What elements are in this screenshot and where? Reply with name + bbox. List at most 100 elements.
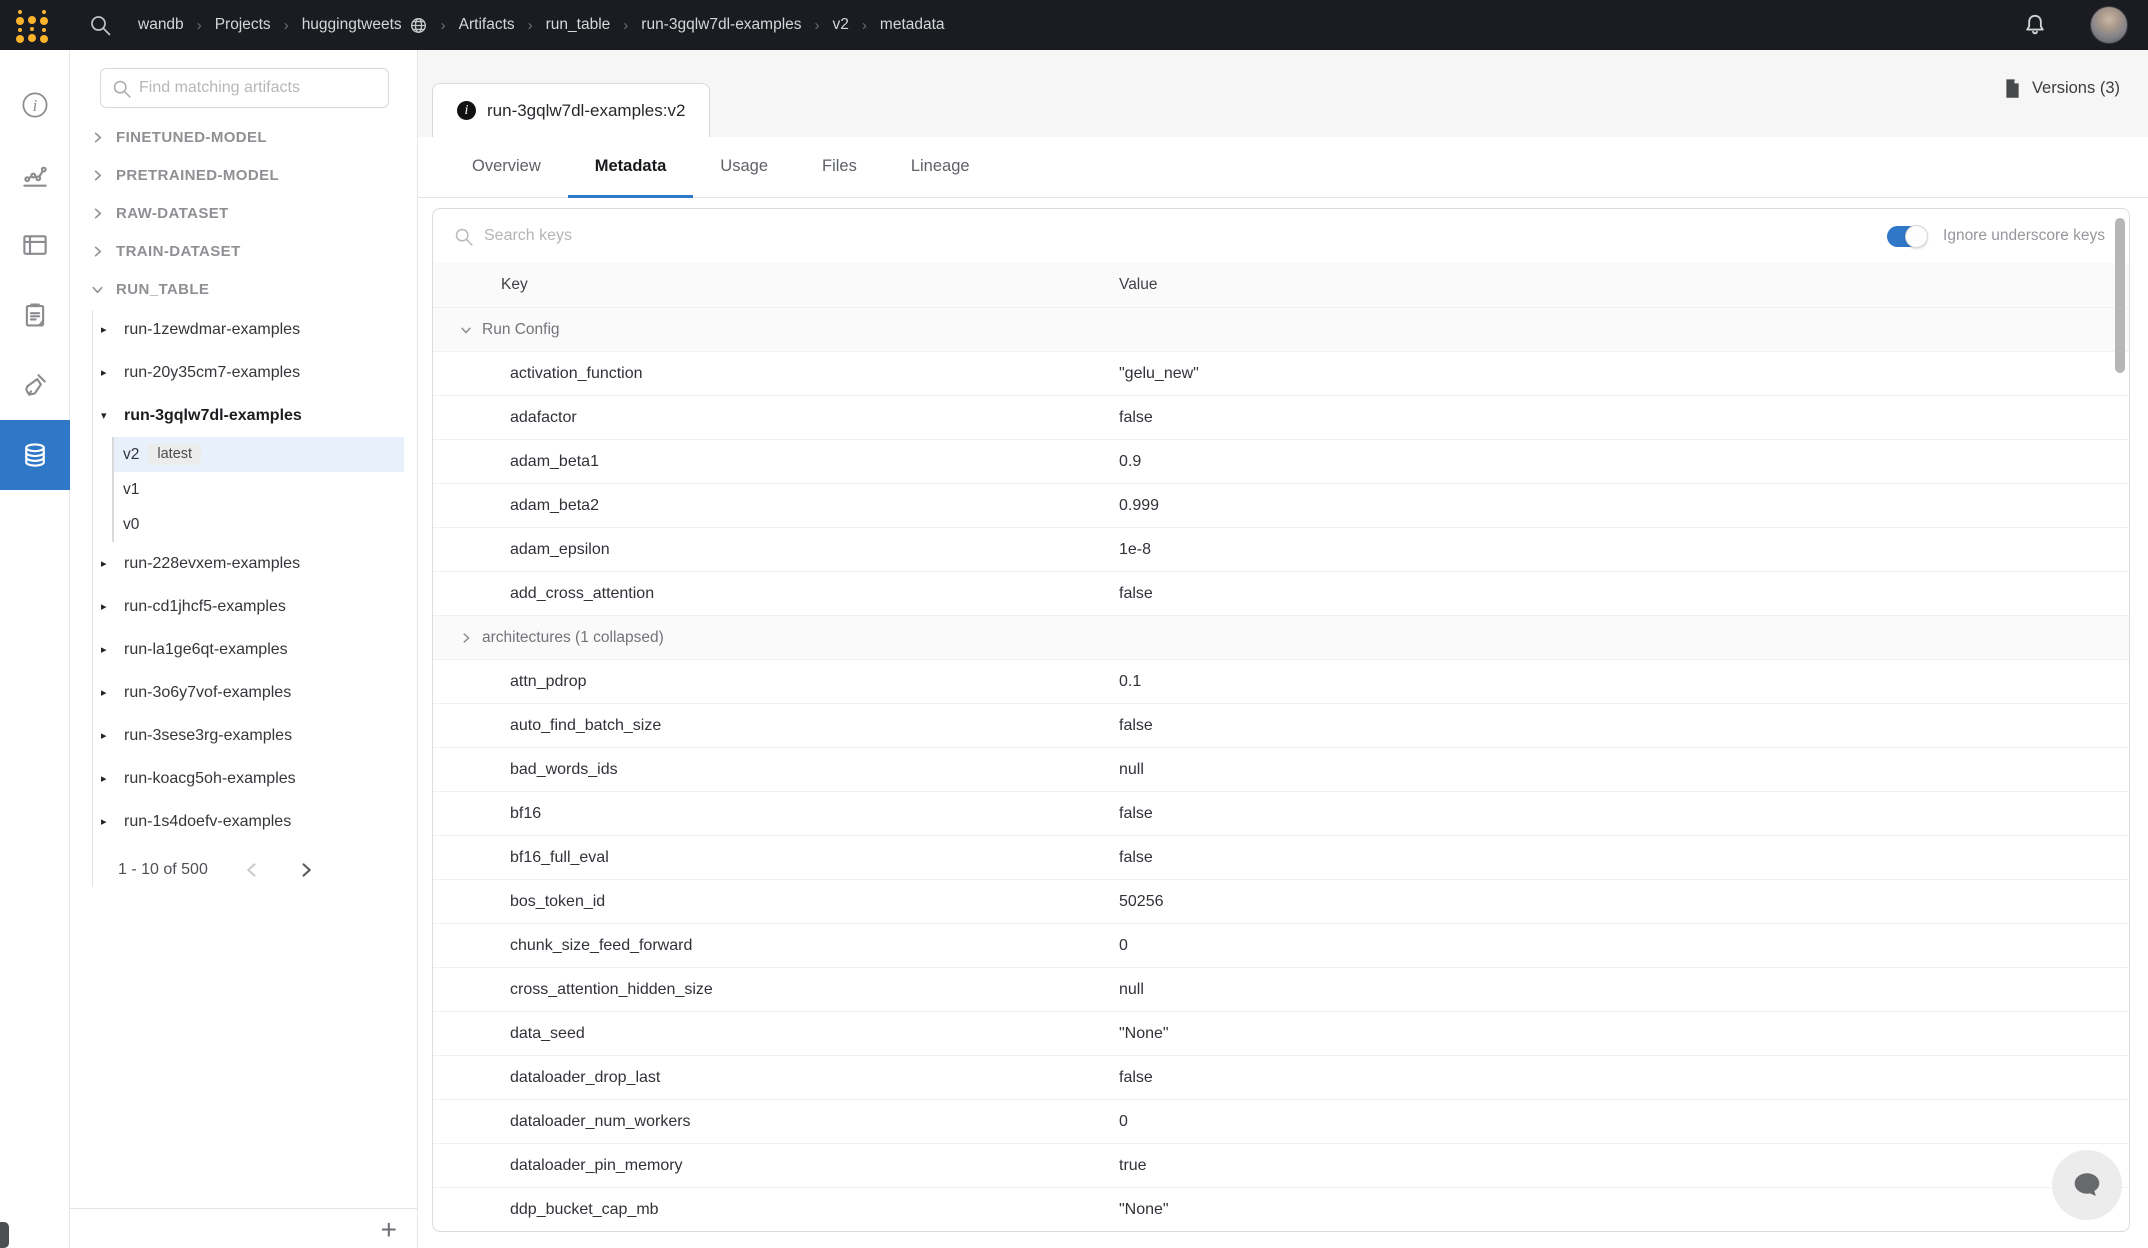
artifact-name-tab[interactable]: i run-3gqlw7dl-examples:v2 [432,83,710,137]
breadcrumb-separator: › [528,17,533,34]
metadata-key: attn_pdrop [510,660,587,703]
rail-item-reports[interactable] [0,280,70,350]
sidebar-category-run_table[interactable]: RUN_TABLE [70,270,417,308]
file-icon [2003,78,2022,99]
value-column-header: Value [1119,263,1158,307]
sweeps-icon [20,370,50,400]
metadata-key: dataloader_pin_memory [510,1144,683,1187]
metadata-value: false [1119,1056,1153,1099]
version-v0[interactable]: v0 [112,507,404,542]
sidebar-run-run-cd1jhcf5-examples[interactable]: ▸run-cd1jhcf5-examples [70,585,417,628]
metadata-value: null [1119,748,1144,791]
artifact-name-label: run-3gqlw7dl-examples:v2 [487,101,685,121]
versions-button[interactable]: Versions (3) [2003,78,2120,99]
sidebar-category-raw-dataset[interactable]: RAW-DATASET [70,194,417,232]
prev-page-button[interactable] [242,860,262,880]
metadata-key: ddp_bucket_cap_mb [510,1188,659,1231]
metadata-value: 0 [1119,924,1128,967]
version-v2[interactable]: v2latest [112,437,404,472]
breadcrumb-item[interactable]: run-3gqlw7dl-examples [641,16,801,34]
sidebar-category-pretrained-model[interactable]: PRETRAINED-MODEL [70,156,417,194]
metadata-key: adam_beta2 [510,484,599,527]
metadata-key: adam_beta1 [510,440,599,483]
rail-item-info[interactable]: i [0,70,70,140]
sidebar-category-train-dataset[interactable]: TRAIN-DATASET [70,232,417,270]
artifact-search-input[interactable] [139,79,378,97]
chevron-right-icon [90,244,105,259]
metadata-value: 0 [1119,1100,1128,1143]
search-icon [453,226,474,247]
main-content: i run-3gqlw7dl-examples:v2 Versions (3) … [418,50,2148,1248]
svg-text:i: i [32,96,37,115]
sidebar-run-run-1zewdmar-examples[interactable]: ▸run-1zewdmar-examples [70,308,417,351]
breadcrumb-item-label: v2 [833,16,849,34]
breadcrumb-item-label: run-3gqlw7dl-examples [641,16,801,34]
artifact-tabs: OverviewMetadataUsageFilesLineage [418,137,2148,198]
metadata-search-input[interactable] [484,227,904,245]
metadata-key: adam_epsilon [510,528,610,571]
group-label: Run Config [482,308,560,351]
chat-fab-button[interactable] [2052,1150,2122,1220]
sidebar-run-run-koacg5oh-examples[interactable]: ▸run-koacg5oh-examples [70,757,417,800]
panel-scrollbar[interactable] [2114,215,2126,1225]
notifications-bell-icon[interactable] [2022,12,2048,38]
breadcrumb-item[interactable]: wandb [138,16,184,34]
triangle-right-icon: ▸ [101,729,113,742]
metadata-value: 0.999 [1119,484,1159,527]
table-icon [20,230,50,260]
scrollbar-thumb[interactable] [2115,218,2125,373]
breadcrumb-item[interactable]: Projects [215,16,271,34]
chevron-right-icon [90,206,105,221]
key-column-header: Key [501,263,528,307]
rail-item-table[interactable] [0,210,70,280]
breadcrumb-item[interactable]: Artifacts [459,16,515,34]
tab-lineage[interactable]: Lineage [884,137,997,198]
metadata-value: "None" [1119,1012,1169,1055]
breadcrumb-item[interactable]: metadata [880,16,945,34]
reports-icon [20,300,50,330]
tab-metadata[interactable]: Metadata [568,137,694,198]
next-page-button[interactable] [296,860,316,880]
breadcrumb-item[interactable]: huggingtweets [302,16,428,35]
metadata-row: bf16false [433,791,2129,835]
metadata-group-row[interactable]: Run Config [433,307,2129,351]
metadata-row: data_seed"None" [433,1011,2129,1055]
rail-item-sweeps[interactable] [0,350,70,420]
sidebar-category-finetuned-model[interactable]: FINETUNED-MODEL [70,118,417,156]
ignore-underscore-toggle[interactable] [1887,226,1927,247]
metadata-value: true [1119,1144,1147,1187]
breadcrumb-separator: › [284,17,289,34]
sidebar-run-run-20y35cm7-examples[interactable]: ▸run-20y35cm7-examples [70,351,417,394]
breadcrumb-item[interactable]: run_table [546,16,611,34]
metadata-key: bad_words_ids [510,748,618,791]
breadcrumb-item[interactable]: v2 [833,16,849,34]
artifacts-icon [20,440,50,470]
metadata-row: dataloader_drop_lastfalse [433,1055,2129,1099]
metadata-row: adafactorfalse [433,395,2129,439]
sidebar-run-run-3gqlw7dl-examples[interactable]: ▾run-3gqlw7dl-examples [70,394,417,437]
metadata-group-row[interactable]: architectures (1 collapsed) [433,615,2129,659]
metadata-row: auto_find_batch_sizefalse [433,703,2129,747]
triangle-right-icon: ▸ [101,686,113,699]
tab-files[interactable]: Files [795,137,884,198]
metadata-value: 0.9 [1119,440,1141,483]
info-icon: i [457,101,476,120]
add-artifact-button[interactable]: + [381,1216,397,1244]
tab-overview[interactable]: Overview [445,137,568,198]
sidebar-run-run-3sese3rg-examples[interactable]: ▸run-3sese3rg-examples [70,714,417,757]
version-label: v1 [123,481,139,499]
sidebar-run-run-1s4doefv-examples[interactable]: ▸run-1s4doefv-examples [70,800,417,843]
artifact-header-strip: i run-3gqlw7dl-examples:v2 Versions (3) [418,50,2148,137]
rail-item-artifacts[interactable] [0,420,70,490]
version-v1[interactable]: v1 [112,472,404,507]
rail-item-charts[interactable] [0,140,70,210]
sidebar-run-run-la1ge6qt-examples[interactable]: ▸run-la1ge6qt-examples [70,628,417,671]
version-list: v2latest v1 v0 [70,437,417,542]
search-icon[interactable] [88,13,112,37]
avatar[interactable] [2090,6,2128,44]
wandb-logo-icon[interactable] [12,7,52,43]
triangle-right-icon: ▸ [101,600,113,613]
sidebar-run-run-228evxem-examples[interactable]: ▸run-228evxem-examples [70,542,417,585]
tab-usage[interactable]: Usage [693,137,795,198]
sidebar-run-run-3o6y7vof-examples[interactable]: ▸run-3o6y7vof-examples [70,671,417,714]
